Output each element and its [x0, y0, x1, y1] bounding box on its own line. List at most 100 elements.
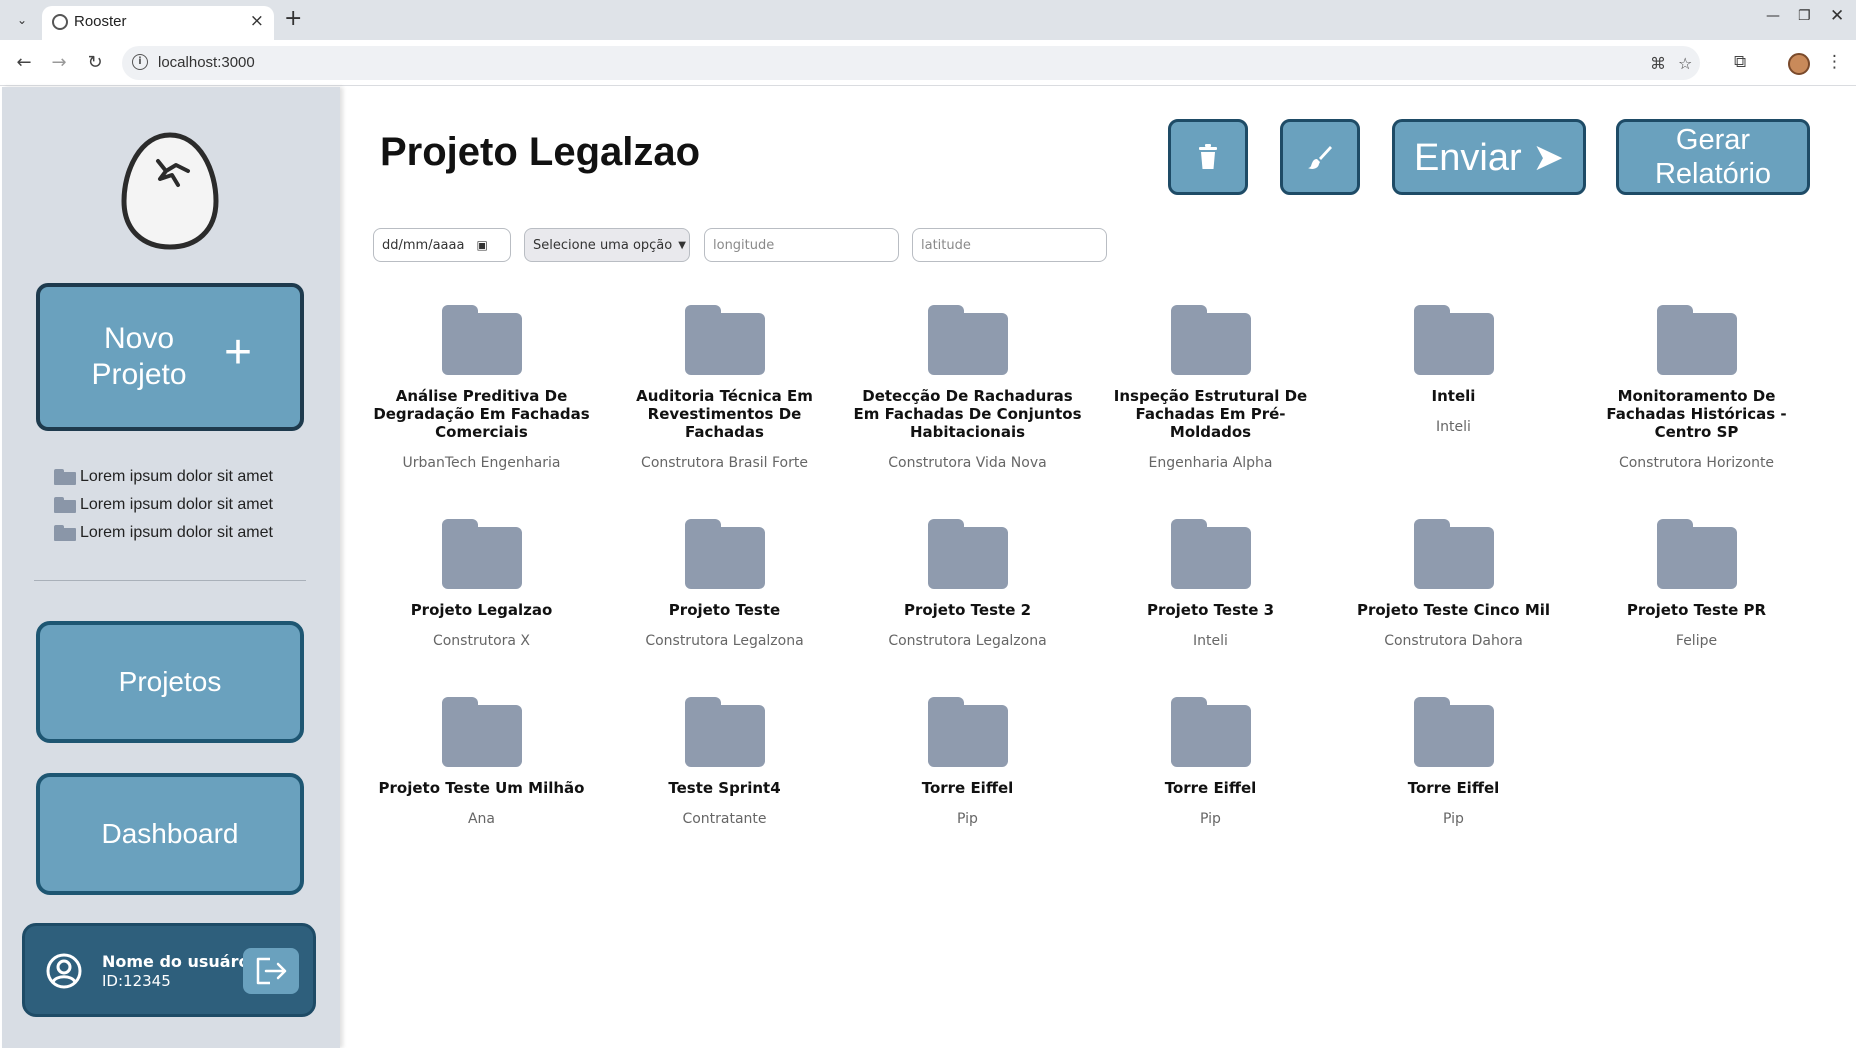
folder-icon	[1170, 519, 1251, 589]
project-folder[interactable]: Inteli Inteli	[1332, 305, 1575, 435]
project-name: Auditoria Técnica Em Revestimentos De Fa…	[636, 387, 813, 441]
window-close-icon[interactable]: ✕	[1830, 6, 1844, 26]
dashboard-nav-button[interactable]: Dashboard	[36, 773, 304, 895]
folder-icon	[1656, 519, 1737, 589]
project-folder[interactable]: Auditoria Técnica Em Revestimentos De Fa…	[603, 305, 846, 471]
option-select-value: Selecione uma opção	[533, 237, 673, 253]
brush-icon	[1308, 146, 1332, 169]
egg-logo-icon	[121, 132, 219, 250]
site-info-icon[interactable]: i	[132, 54, 148, 70]
project-folder[interactable]: Torre Eiffel Pip	[1332, 697, 1575, 827]
project-folder[interactable]: Projeto Teste PR Felipe	[1575, 519, 1818, 649]
project-company: Pip	[957, 811, 978, 827]
project-company: Pip	[1200, 811, 1221, 827]
latitude-input[interactable]: latitude	[912, 228, 1107, 262]
project-folder[interactable]: Projeto Teste 2 Construtora Legalzona	[846, 519, 1089, 649]
folder-icon	[684, 305, 765, 375]
project-folder[interactable]: Torre Eiffel Pip	[846, 697, 1089, 827]
project-name: Projeto Legalzao	[410, 601, 553, 619]
user-name: Nome do usuáro	[102, 952, 250, 971]
logout-button[interactable]	[243, 948, 299, 994]
longitude-input[interactable]: longitude	[704, 228, 899, 262]
projects-nav-button[interactable]: Projetos	[36, 621, 304, 743]
page-title: Projeto Legalzao	[380, 130, 701, 174]
project-name: Projeto Teste 2	[903, 601, 1032, 619]
url-text: localhost:3000	[158, 54, 255, 71]
recent-project-label: Lorem ipsum dolor sit amet	[80, 468, 273, 485]
calendar-icon[interactable]: ▣	[476, 238, 487, 252]
project-company: Construtora Legalzona	[645, 633, 804, 649]
paint-brush-button[interactable]	[1280, 119, 1360, 195]
project-folder[interactable]: Torre Eiffel Pip	[1089, 697, 1332, 827]
project-company: Construtora Horizonte	[1618, 455, 1775, 471]
project-company: Ana	[467, 811, 496, 827]
recent-project-item[interactable]: Lorem ipsum dolor sit amet	[54, 519, 273, 547]
user-card: Nome do usuáro ID:12345	[22, 923, 316, 1017]
send-button[interactable]: Enviar ➤	[1392, 119, 1586, 195]
reload-icon[interactable]: ↻	[83, 51, 107, 75]
tab-close-icon[interactable]: ×	[250, 11, 264, 31]
forward-icon[interactable]: →	[47, 51, 71, 75]
minimize-icon[interactable]: —	[1766, 8, 1780, 24]
favicon-icon	[52, 14, 68, 30]
sidebar-divider	[34, 580, 306, 581]
restore-icon[interactable]: ❐	[1798, 8, 1811, 24]
browser-tab[interactable]: Rooster ×	[42, 6, 274, 40]
project-folder[interactable]: Projeto Legalzao Construtora X	[360, 519, 603, 649]
translate-icon[interactable]: ⌘	[1650, 54, 1666, 73]
project-name: Teste Sprint4	[668, 779, 781, 797]
chevron-down-icon: ▼	[678, 239, 686, 251]
folder-icon	[1656, 305, 1737, 375]
generate-report-button[interactable]: Gerar Relatório	[1616, 119, 1810, 195]
new-project-label: Novo Projeto	[91, 322, 187, 391]
project-folder[interactable]: Análise Preditiva De Degradação Em Facha…	[360, 305, 603, 471]
back-icon[interactable]: ←	[12, 51, 36, 75]
project-name: Projeto Teste Um Milhão	[378, 779, 585, 797]
project-company: UrbanTech Engenharia	[402, 455, 561, 471]
project-folder[interactable]: Projeto Teste Um Milhão Ana	[360, 697, 603, 827]
project-company: Construtora Brasil Forte	[641, 455, 808, 471]
project-folder[interactable]: Projeto Teste Cinco Mil Construtora Daho…	[1332, 519, 1575, 649]
project-folder[interactable]: Teste Sprint4 Contratante	[603, 697, 846, 827]
project-name: Detecção De Rachaduras Em Fachadas De Co…	[853, 387, 1082, 441]
folder-icon	[54, 525, 76, 541]
tab-search-chevron-icon[interactable]: ⌄	[10, 8, 34, 32]
date-input[interactable]: dd/mm/aaaa ▣	[373, 228, 511, 262]
project-folder[interactable]: Monitoramento De Fachadas Históricas - C…	[1575, 305, 1818, 471]
project-name: Projeto Teste PR	[1626, 601, 1767, 619]
project-company: Inteli	[1193, 633, 1228, 649]
sidebar: Novo Projeto + Lorem ipsum dolor sit ame…	[2, 87, 340, 1048]
project-company: Construtora Legalzona	[888, 633, 1047, 649]
folder-icon	[1170, 697, 1251, 767]
folder-icon	[927, 305, 1008, 375]
folder-icon	[684, 519, 765, 589]
new-tab-icon[interactable]: +	[284, 6, 302, 31]
recent-project-item[interactable]: Lorem ipsum dolor sit amet	[54, 463, 273, 491]
profile-avatar-icon[interactable]	[1788, 53, 1810, 75]
folder-icon	[927, 519, 1008, 589]
new-project-button[interactable]: Novo Projeto +	[36, 283, 304, 431]
recent-project-item[interactable]: Lorem ipsum dolor sit amet	[54, 491, 273, 519]
browser-toolbar: ← → ↻ i localhost:3000 ⌘ ☆ ⧉ ⋮	[0, 40, 1856, 86]
more-menu-icon[interactable]: ⋮	[1826, 52, 1843, 72]
project-folder[interactable]: Inspeção Estrutural De Fachadas Em Pré-M…	[1089, 305, 1332, 471]
address-bar[interactable]: i localhost:3000 ⌘ ☆	[122, 46, 1700, 80]
delete-button[interactable]	[1168, 119, 1248, 195]
project-name: Projeto Teste Cinco Mil	[1356, 601, 1551, 619]
folder-icon	[54, 497, 76, 513]
project-name: Inspeção Estrutural De Fachadas Em Pré-M…	[1113, 387, 1308, 441]
project-folder[interactable]: Projeto Teste 3 Inteli	[1089, 519, 1332, 649]
project-folder[interactable]: Projeto Teste Construtora Legalzona	[603, 519, 846, 649]
project-company: Contratante	[682, 811, 767, 827]
project-folder[interactable]: Detecção De Rachaduras Em Fachadas De Co…	[846, 305, 1089, 471]
option-select[interactable]: Selecione uma opção ▼	[524, 228, 690, 262]
project-company: Inteli	[1436, 419, 1471, 435]
project-company: Pip	[1443, 811, 1464, 827]
folder-icon	[684, 697, 765, 767]
extensions-icon[interactable]: ⧉	[1734, 52, 1746, 72]
bookmark-star-icon[interactable]: ☆	[1678, 54, 1692, 73]
folder-icon	[441, 305, 522, 375]
project-company: Felipe	[1675, 633, 1718, 649]
project-company: Construtora Dahora	[1384, 633, 1523, 649]
trash-icon	[1199, 144, 1217, 169]
